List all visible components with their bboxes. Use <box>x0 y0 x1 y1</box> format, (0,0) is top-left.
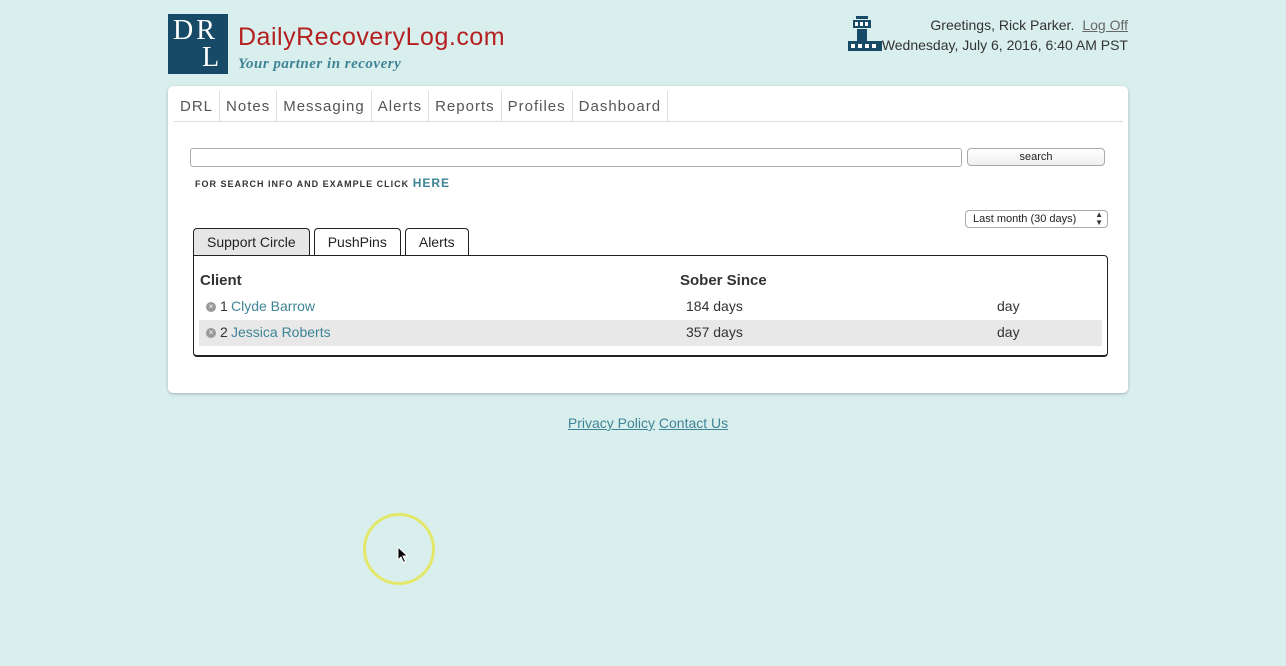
brand-tagline: Your partner in recovery <box>238 56 402 72</box>
contact-us-link[interactable]: Contact Us <box>659 415 728 431</box>
row-unit: day <box>997 298 1020 314</box>
sober-days: 357 days <box>686 324 743 340</box>
date-range-select[interactable]: Last month (30 days) ▲ ▼ <box>965 210 1108 228</box>
tab-alerts[interactable]: Alerts <box>404 228 469 256</box>
select-arrows-icon: ▲ ▼ <box>1095 210 1103 227</box>
logo-letters-bottom: L <box>202 42 220 73</box>
sober-days: 184 days <box>686 298 743 314</box>
mouse-pointer-icon <box>397 546 409 564</box>
nav-drl[interactable]: DRL <box>174 91 221 122</box>
main-panel: DRL Notes Messaging Alerts Reports Profi… <box>168 86 1128 393</box>
remove-client-icon[interactable]: × <box>206 302 216 312</box>
greeting: Greetings, Rick Parker. Log Off <box>930 17 1128 33</box>
drl-logo[interactable]: DR L <box>168 14 228 74</box>
privacy-policy-link[interactable]: Privacy Policy <box>568 415 655 431</box>
tab-support-circle[interactable]: Support Circle <box>193 228 310 256</box>
nav-alerts[interactable]: Alerts <box>372 91 430 122</box>
site-footer: Privacy Policy Contact Us <box>0 415 1286 431</box>
tab-bar: Support Circle PushPins Alerts <box>193 228 473 256</box>
current-datetime: Wednesday, July 6, 2016, 6:40 AM PST <box>881 37 1128 53</box>
control-tower-icon <box>848 16 882 51</box>
nav-profiles[interactable]: Profiles <box>502 91 573 122</box>
main-nav: DRL Notes Messaging Alerts Reports Profi… <box>174 91 1123 122</box>
column-header-client: Client <box>200 272 242 289</box>
table-row: × 2 Jessica Roberts 357 days day <box>199 320 1102 346</box>
table-row: × 1 Clyde Barrow 184 days day <box>199 294 1102 320</box>
search-info-text: FOR SEARCH INFO AND EXAMPLE CLICK <box>195 179 410 189</box>
column-header-sober-since: Sober Since <box>680 272 767 289</box>
client-link[interactable]: Jessica Roberts <box>231 324 331 340</box>
row-number: 2 <box>220 324 228 340</box>
date-range-value: Last month (30 days) <box>973 213 1077 225</box>
brand-name[interactable]: DailyRecoveryLog.com <box>238 23 505 52</box>
logoff-link[interactable]: Log Off <box>1082 17 1128 33</box>
nav-notes[interactable]: Notes <box>220 91 278 122</box>
search-input[interactable] <box>190 148 962 167</box>
row-unit: day <box>997 324 1020 340</box>
site-header: DR L DailyRecoveryLog.com Your partner i… <box>168 14 1128 76</box>
remove-client-icon[interactable]: × <box>206 328 216 338</box>
tab-pushpins[interactable]: PushPins <box>313 228 401 256</box>
support-circle-table: Client Sober Since × 1 Clyde Barrow 184 … <box>193 255 1108 357</box>
nav-dashboard[interactable]: Dashboard <box>573 91 669 122</box>
search-button[interactable]: search <box>967 148 1105 166</box>
row-number: 1 <box>220 298 228 314</box>
greeting-text: Greetings, Rick Parker. <box>930 17 1075 33</box>
nav-reports[interactable]: Reports <box>429 91 502 122</box>
search-info-here-link[interactable]: HERE <box>413 176 450 190</box>
search-info: FOR SEARCH INFO AND EXAMPLE CLICK HERE <box>195 176 450 190</box>
client-link[interactable]: Clyde Barrow <box>231 298 315 314</box>
nav-messaging[interactable]: Messaging <box>277 91 372 122</box>
logo-letters-top: DR <box>173 15 218 46</box>
